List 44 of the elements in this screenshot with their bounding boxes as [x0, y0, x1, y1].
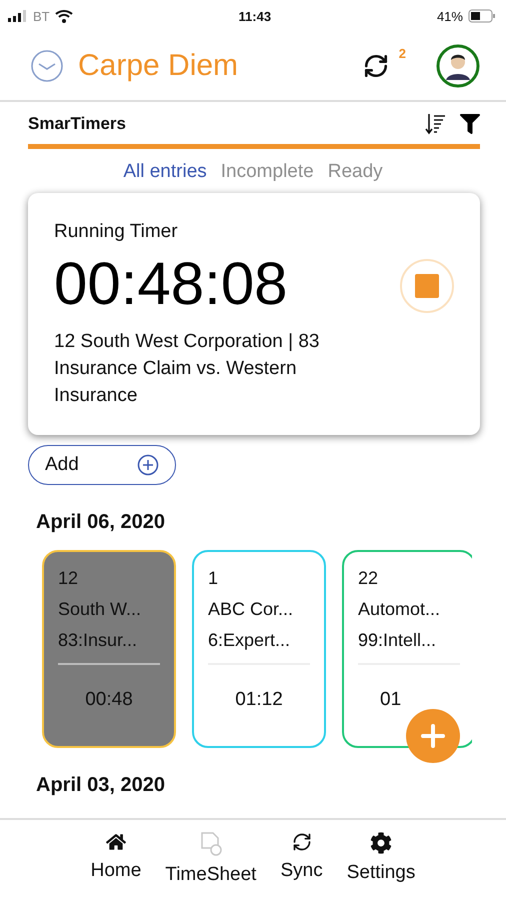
entry-client: South W...: [58, 599, 142, 620]
filter-icon[interactable]: [460, 114, 480, 134]
battery-percent: 41%: [436, 8, 463, 24]
sync-icon[interactable]: [292, 832, 312, 852]
app-title: Carpe Diem: [78, 49, 240, 83]
entry-matter: 83:Insur...: [58, 630, 138, 651]
nav-tab[interactable]: Home: [90, 832, 142, 900]
clock-time: 11:43: [238, 8, 272, 24]
signal-icon: [8, 10, 28, 22]
section-title: SmarTimers: [28, 114, 127, 134]
entry-client: Automot...: [358, 599, 442, 620]
entry-number: 22: [358, 568, 380, 589]
entry-duration: 00:48: [84, 689, 134, 711]
time-entry-card[interactable]: 1 ABC Cor... 6:Expert... 01:12: [192, 550, 326, 748]
avatar-icon[interactable]: [436, 44, 480, 88]
nav-tab[interactable]: Sync: [280, 832, 323, 900]
entry-number: 1: [208, 568, 220, 589]
battery-icon: [468, 9, 496, 23]
time-entry-card[interactable]: 12 South W... 83:Insur... 00:48: [42, 550, 176, 748]
entry-number: 12: [58, 568, 80, 589]
date-heading: April 06, 2020: [36, 511, 166, 534]
entry-client: ABC Cor...: [208, 599, 294, 620]
nav-tab[interactable]: Settings: [346, 832, 416, 900]
carrier: BT: [33, 8, 50, 24]
entry-duration: 01: [379, 689, 402, 711]
date-heading: April 03, 2020: [36, 774, 166, 797]
sort-icon[interactable]: [424, 112, 448, 136]
home-icon[interactable]: [106, 832, 126, 852]
entry-duration: 01:12: [234, 689, 284, 711]
sync-icon[interactable]: [362, 53, 389, 79]
add-button[interactable]: Add: [28, 445, 176, 485]
card-label: Running Timer: [54, 221, 179, 243]
clock-icon: [30, 49, 64, 83]
timer-description: 12 South West Corporation | 83 Insurance Claim vs. Western Insurance: [54, 330, 320, 408]
entry-matter: 99:Intell...: [358, 630, 438, 651]
filter-tab[interactable]: All entries: [123, 161, 207, 183]
settings-icon[interactable]: [370, 832, 392, 854]
plus-icon: [137, 454, 159, 476]
plus-icon: [420, 723, 446, 749]
wifi-icon: [54, 9, 73, 23]
entry-matter: 6:Expert...: [208, 630, 292, 651]
timer-display: 00:48:08: [54, 249, 288, 318]
time-entry-card[interactable]: 22 Automot... 99:Intell... 01: [342, 550, 472, 748]
sync-count: 2: [398, 46, 406, 61]
